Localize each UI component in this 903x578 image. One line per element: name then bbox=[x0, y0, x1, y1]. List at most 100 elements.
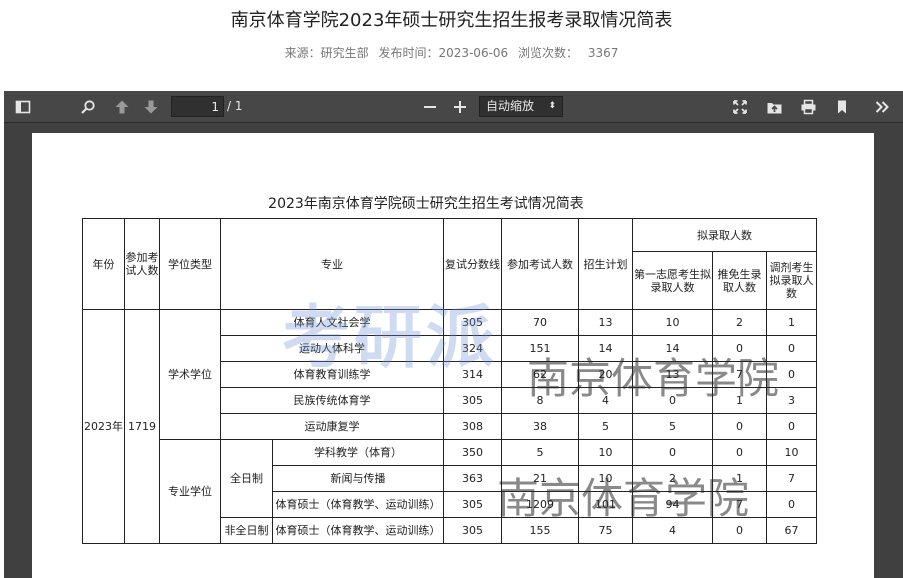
previous-page-button[interactable] bbox=[110, 95, 134, 119]
cell-major: 运动人体科学 bbox=[220, 335, 444, 362]
cell-score: 324 bbox=[443, 335, 502, 362]
cell-first-choice: 14 bbox=[632, 335, 713, 362]
cell-exempt: 7 bbox=[712, 491, 767, 518]
article-meta: 来源：研究生部 发布时间：2023-06-06 浏览次数： 3367 bbox=[0, 44, 903, 61]
zoom-out-button[interactable] bbox=[418, 95, 442, 119]
cell-exempt: 0 bbox=[712, 517, 767, 544]
cell-examinees: 62 bbox=[501, 361, 579, 388]
page-number-input[interactable] bbox=[171, 96, 224, 117]
cell-exempt: 2 bbox=[712, 309, 767, 336]
cell-score: 314 bbox=[443, 361, 502, 388]
chevron-up-down-icon: ⬍ bbox=[548, 101, 556, 111]
cell-plan: 10 bbox=[578, 439, 633, 466]
article-title: 南京体育学院2023年硕士研究生招生报考录取情况简表 bbox=[230, 10, 673, 31]
zoom-in-button[interactable] bbox=[448, 95, 472, 119]
cell-score: 305 bbox=[443, 517, 502, 544]
next-page-button[interactable] bbox=[139, 95, 163, 119]
cell-plan: 4 bbox=[578, 387, 633, 414]
cell-score: 305 bbox=[443, 309, 502, 336]
find-button[interactable] bbox=[76, 95, 100, 119]
table-row: 专业学位 全日制 学科教学（体育） 350 5 10 0 0 10 bbox=[83, 439, 817, 544]
cell-plan: 14 bbox=[578, 335, 633, 362]
print-icon bbox=[801, 99, 815, 115]
cell-examinees: 1209 bbox=[501, 491, 579, 518]
pdf-page: 2023年南京体育学院硕士研究生招生考试情况简表 年份 参加考试人数 学位类型 … bbox=[32, 133, 874, 578]
cell-first-choice: 13 bbox=[632, 361, 713, 388]
open-file-button[interactable] bbox=[762, 95, 786, 119]
cell-major: 学科教学（体育） bbox=[272, 439, 444, 466]
sidebar-toggle-button[interactable] bbox=[11, 95, 35, 119]
cell-parttime: 非全日制 bbox=[220, 517, 273, 544]
zoom-select-value: 自动缩放 bbox=[486, 99, 535, 113]
cell-transfer: 7 bbox=[766, 465, 817, 492]
cell-exempt: 1 bbox=[712, 465, 767, 492]
cell-score: 305 bbox=[443, 387, 502, 414]
cell-year: 2023年 bbox=[82, 309, 125, 544]
sidebar-toggle-icon bbox=[15, 100, 31, 114]
cell-applicants-total: 1719 bbox=[124, 309, 160, 544]
cell-major: 新闻与传播 bbox=[272, 465, 444, 492]
header-transfer: 调剂考生拟录取人数 bbox=[766, 251, 817, 310]
cell-major: 运动康复学 bbox=[220, 413, 444, 440]
article-source: 来源：研究生部 bbox=[284, 46, 369, 60]
cell-professional-degree: 专业学位 bbox=[159, 439, 221, 544]
cell-plan: 5 bbox=[578, 413, 633, 440]
cell-examinees: 155 bbox=[501, 517, 579, 544]
cell-score: 350 bbox=[443, 439, 502, 466]
cell-score: 308 bbox=[443, 413, 502, 440]
cell-first-choice: 94 bbox=[632, 491, 713, 518]
cell-major: 体育教育训练学 bbox=[220, 361, 444, 388]
presentation-mode-button[interactable] bbox=[728, 95, 752, 119]
cell-transfer: 67 bbox=[766, 517, 817, 544]
cell-first-choice: 2 bbox=[632, 465, 713, 492]
cell-exempt: 0 bbox=[712, 413, 767, 440]
header-examinees: 参加考试人数 bbox=[501, 218, 579, 310]
cell-fulltime: 全日制 bbox=[220, 439, 273, 518]
double-chevron-right-icon bbox=[875, 101, 889, 113]
page-total: / 1 bbox=[227, 99, 243, 113]
header-admit-group: 拟录取人数 bbox=[632, 218, 817, 252]
cell-transfer: 0 bbox=[766, 413, 817, 440]
header-plan: 招生计划 bbox=[578, 218, 633, 310]
bookmark-button[interactable] bbox=[830, 95, 854, 119]
article-views-label: 浏览次数： bbox=[518, 46, 579, 60]
cell-first-choice: 5 bbox=[632, 413, 713, 440]
header-major: 专业 bbox=[220, 218, 444, 310]
open-file-icon bbox=[767, 103, 781, 114]
cell-first-choice: 0 bbox=[632, 387, 713, 414]
cell-examinees: 8 bbox=[501, 387, 579, 414]
arrow-up-icon bbox=[115, 100, 129, 114]
header-first-choice: 第一志愿考生拟录取人数 bbox=[632, 251, 713, 310]
minus-icon bbox=[424, 106, 436, 108]
cell-plan: 20 bbox=[578, 361, 633, 388]
cell-academic-degree: 学术学位 bbox=[159, 309, 221, 440]
arrow-down-icon bbox=[144, 100, 158, 114]
cell-plan: 101 bbox=[578, 491, 633, 518]
article-published: 发布时间：2023-06-06 bbox=[378, 46, 509, 60]
cell-examinees: 5 bbox=[501, 439, 579, 466]
cell-examinees: 21 bbox=[501, 465, 579, 492]
header-applicants: 参加考试人数 bbox=[124, 218, 160, 310]
print-button[interactable] bbox=[796, 95, 820, 119]
tools-button[interactable] bbox=[870, 95, 894, 119]
cell-plan: 75 bbox=[578, 517, 633, 544]
cell-exempt: 0 bbox=[712, 335, 767, 362]
admissions-table: 年份 参加考试人数 学位类型 专业 复试分数线 参加考试人数 招生计划 拟录取人… bbox=[82, 218, 817, 544]
pdf-toolbar: / 1 自动缩放 ⬍ bbox=[4, 91, 903, 123]
cell-major: 体育硕士（体育教学、运动训练） bbox=[272, 491, 444, 518]
cell-exempt: 1 bbox=[712, 387, 767, 414]
header-score-line: 复试分数线 bbox=[443, 218, 502, 310]
cell-first-choice: 0 bbox=[632, 439, 713, 466]
header-row-1: 年份 参加考试人数 学位类型 专业 复试分数线 参加考试人数 招生计划 拟录取人… bbox=[82, 218, 817, 310]
table-title: 2023年南京体育学院硕士研究生招生考试情况简表 bbox=[268, 196, 584, 212]
cell-transfer: 0 bbox=[766, 335, 817, 362]
cell-score: 363 bbox=[443, 465, 502, 492]
cell-score: 305 bbox=[443, 491, 502, 518]
pdf-viewer: / 1 自动缩放 ⬍ 2023年南京体育学院硕士研究生招生考试情况简表 bbox=[4, 91, 903, 578]
zoom-select[interactable]: 自动缩放 ⬍ bbox=[479, 96, 563, 117]
table-row: 2023年 1719 学术学位 体育人文社会学 305 70 13 10 2 1 bbox=[82, 309, 817, 544]
cell-examinees: 151 bbox=[501, 335, 579, 362]
cell-examinees: 38 bbox=[501, 413, 579, 440]
cell-exempt: 7 bbox=[712, 361, 767, 388]
cell-plan: 13 bbox=[578, 309, 633, 336]
